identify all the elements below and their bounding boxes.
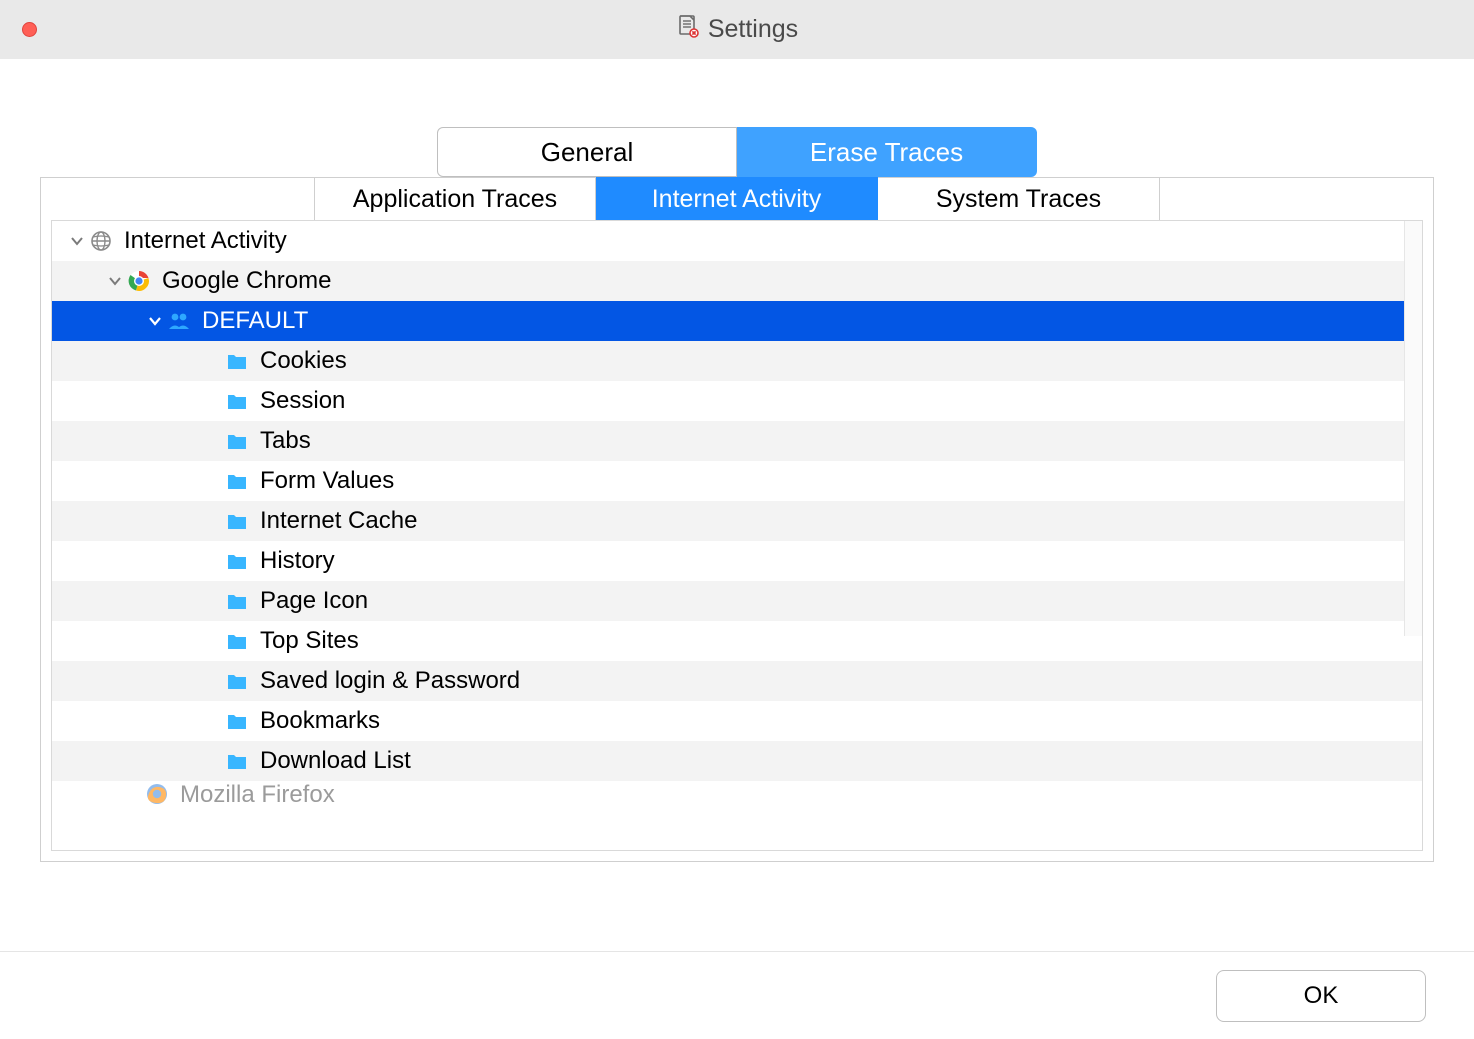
tree-row-mozilla-firefox[interactable]: Mozilla Firefox bbox=[52, 781, 1422, 813]
tree-row-history[interactable]: History bbox=[52, 541, 1422, 581]
tree-row-label: Tabs bbox=[260, 427, 311, 455]
tree-row-label: Bookmarks bbox=[260, 707, 380, 735]
folder-icon bbox=[224, 348, 250, 374]
tree-row-label: Page Icon bbox=[260, 587, 368, 615]
tree-row-label: Download List bbox=[260, 747, 411, 775]
profile-users-icon bbox=[166, 308, 192, 334]
folder-icon bbox=[224, 748, 250, 774]
tree-row-label: Mozilla Firefox bbox=[180, 781, 335, 809]
tab-general-label: General bbox=[541, 137, 634, 168]
subtab-system-traces[interactable]: System Traces bbox=[878, 177, 1160, 221]
folder-icon bbox=[224, 628, 250, 654]
ok-button-label: OK bbox=[1304, 982, 1339, 1010]
ok-button[interactable]: OK bbox=[1216, 970, 1426, 1022]
subtab-system-traces-label: System Traces bbox=[936, 185, 1101, 214]
tree-row-saved-login-password[interactable]: Saved login & Password bbox=[52, 661, 1422, 701]
tree-row-label: Internet Activity bbox=[124, 227, 287, 255]
folder-icon bbox=[224, 428, 250, 454]
tab-erase-traces[interactable]: Erase Traces bbox=[737, 127, 1037, 177]
tree-row-page-icon[interactable]: Page Icon bbox=[52, 581, 1422, 621]
subtab-internet-activity-label: Internet Activity bbox=[652, 185, 822, 214]
window-title-text: Settings bbox=[708, 15, 798, 44]
window-title: Settings bbox=[676, 14, 798, 45]
settings-doc-icon bbox=[676, 14, 700, 45]
titlebar: Settings bbox=[0, 0, 1474, 59]
subtab-application-traces[interactable]: Application Traces bbox=[314, 177, 596, 221]
tree-row-label: Internet Cache bbox=[260, 507, 417, 535]
tree-row-label: DEFAULT bbox=[202, 307, 308, 335]
folder-icon bbox=[224, 548, 250, 574]
tree-row-google-chrome[interactable]: Google Chrome bbox=[52, 261, 1422, 301]
subtab-application-traces-label: Application Traces bbox=[353, 185, 557, 214]
traces-tree: Internet Activity bbox=[51, 220, 1423, 851]
chevron-down-icon bbox=[144, 314, 166, 328]
tree-row-label: Top Sites bbox=[260, 627, 359, 655]
tree-row-top-sites[interactable]: Top Sites bbox=[52, 621, 1422, 661]
chevron-down-icon bbox=[66, 234, 88, 248]
secondary-tabs: Application Traces Internet Activity Sys… bbox=[314, 177, 1160, 221]
firefox-icon bbox=[144, 781, 170, 807]
dialog-footer: OK bbox=[0, 952, 1474, 1039]
erase-traces-panel: Application Traces Internet Activity Sys… bbox=[40, 177, 1434, 862]
folder-icon bbox=[224, 588, 250, 614]
folder-icon bbox=[224, 668, 250, 694]
tab-erase-traces-label: Erase Traces bbox=[810, 137, 963, 168]
tree-scrollbar[interactable] bbox=[1404, 221, 1422, 636]
tree-row-download-list[interactable]: Download List bbox=[52, 741, 1422, 781]
tree-row-label: Session bbox=[260, 387, 345, 415]
chrome-icon bbox=[126, 268, 152, 294]
folder-icon bbox=[224, 468, 250, 494]
tree-row-label: Google Chrome bbox=[162, 267, 331, 295]
tree-row-label: Saved login & Password bbox=[260, 667, 520, 695]
window-close-button[interactable] bbox=[22, 22, 37, 37]
tree-row-cookies[interactable]: Cookies bbox=[52, 341, 1422, 381]
tree-row-internet-cache[interactable]: Internet Cache bbox=[52, 501, 1422, 541]
folder-icon bbox=[224, 708, 250, 734]
folder-icon bbox=[224, 388, 250, 414]
tree-row-default-profile[interactable]: DEFAULT bbox=[52, 301, 1422, 341]
tree-row-form-values[interactable]: Form Values bbox=[52, 461, 1422, 501]
subtab-internet-activity[interactable]: Internet Activity bbox=[596, 177, 878, 221]
primary-tabs: General Erase Traces bbox=[0, 127, 1474, 177]
tree-row-tabs[interactable]: Tabs bbox=[52, 421, 1422, 461]
tree-row-session[interactable]: Session bbox=[52, 381, 1422, 421]
chevron-down-icon bbox=[104, 274, 126, 288]
tree-row-label: Cookies bbox=[260, 347, 347, 375]
tree-row-bookmarks[interactable]: Bookmarks bbox=[52, 701, 1422, 741]
tab-general[interactable]: General bbox=[437, 127, 737, 177]
globe-icon bbox=[88, 228, 114, 254]
tree-row-label: History bbox=[260, 547, 335, 575]
tree-row-label: Form Values bbox=[260, 467, 394, 495]
tree-row-internet-activity[interactable]: Internet Activity bbox=[52, 221, 1422, 261]
folder-icon bbox=[224, 508, 250, 534]
